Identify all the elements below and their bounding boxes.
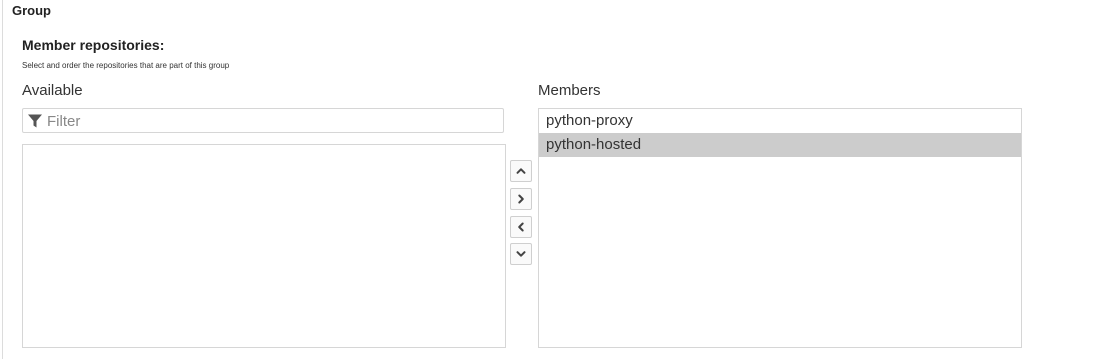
available-list[interactable]: [22, 144, 506, 348]
filter-icon: [28, 114, 42, 128]
chevron-left-icon: [518, 222, 524, 232]
members-list-item[interactable]: python-proxy: [539, 109, 1021, 133]
move-up-button[interactable]: [510, 160, 532, 182]
chevron-up-icon: [516, 168, 526, 174]
add-to-members-button[interactable]: [510, 188, 532, 210]
section-title: Group: [12, 3, 51, 18]
member-repositories-label: Member repositories:: [22, 37, 165, 53]
members-heading: Members: [538, 82, 601, 99]
members-list[interactable]: python-proxy python-hosted: [538, 108, 1022, 348]
move-down-button[interactable]: [510, 243, 532, 265]
chevron-down-icon: [516, 251, 526, 257]
available-heading: Available: [22, 82, 83, 99]
panel-left-border: [2, 0, 3, 359]
members-list-item-selected[interactable]: python-hosted: [539, 133, 1021, 157]
remove-from-members-button[interactable]: [510, 216, 532, 238]
chevron-right-icon: [518, 194, 524, 204]
member-repositories-help: Select and order the repositories that a…: [22, 61, 230, 70]
filter-input[interactable]: [47, 111, 497, 131]
available-filter[interactable]: [22, 108, 504, 133]
